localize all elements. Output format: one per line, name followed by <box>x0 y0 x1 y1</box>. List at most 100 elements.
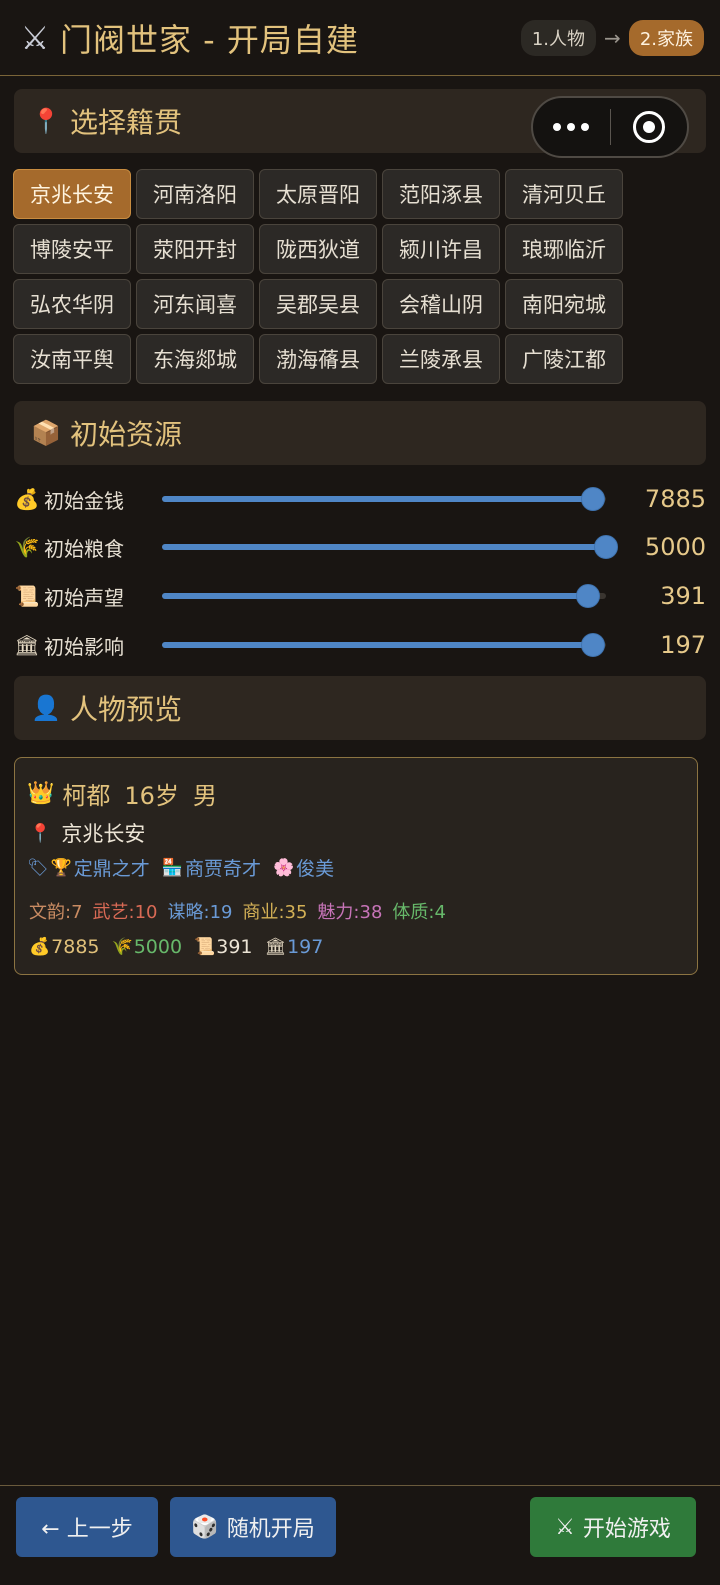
slider-money: 💰 初始金钱 7885 <box>14 479 706 519</box>
stat-item: 体质:4 <box>392 902 446 923</box>
origin-option[interactable]: 颍川许昌 <box>382 224 500 274</box>
preview-section-header: 👤 人物预览 <box>14 676 706 740</box>
step-character[interactable]: 1.人物 <box>520 20 597 56</box>
start-game-label: 开始游戏 <box>582 1517 671 1542</box>
slider-label: 初始声望 <box>44 585 124 610</box>
crossed-swords-icon: ⚔ <box>20 18 50 57</box>
slider-handle[interactable] <box>594 535 618 559</box>
trait-label: 定鼎之才 <box>73 858 150 880</box>
slider-handle[interactable] <box>576 584 601 608</box>
mini-program-capsule <box>531 96 689 158</box>
slider-fill <box>162 544 606 550</box>
crossed-swords-icon: ⚔ <box>555 1514 575 1540</box>
slider-handle[interactable] <box>580 633 605 657</box>
random-start-label: 随机开局 <box>226 1517 315 1542</box>
trait-label: 俊美 <box>296 858 335 880</box>
slider-track[interactable] <box>162 633 606 657</box>
dice-icon: 🎲 <box>191 1514 219 1540</box>
slider-value: 391 <box>660 582 706 610</box>
character-stats: 文韵:7 武艺:10 谋略:19 商业:35 魅力:38 体质:4 <box>29 898 456 924</box>
slider-value: 5000 <box>644 533 706 561</box>
slider-fill <box>162 496 593 502</box>
more-menu-icon[interactable] <box>533 123 610 131</box>
stat-item: 魅力:38 <box>317 902 383 923</box>
slider-influence: 🏛 初始影响 197 <box>14 625 706 665</box>
resource-item: 📜 391 <box>194 936 252 958</box>
character-gender: 男 <box>192 782 217 810</box>
pin-icon: 📍 <box>31 107 61 135</box>
origin-option[interactable]: 河南洛阳 <box>136 169 254 219</box>
slider-prestige: 📜 初始声望 391 <box>14 576 706 616</box>
page-title: 门阀世家 - 开局自建 <box>60 20 359 59</box>
resource-item: 🏛 197 <box>265 936 324 958</box>
start-game-button[interactable]: ⚔ 开始游戏 <box>530 1497 696 1557</box>
character-name: 柯都 <box>62 782 111 810</box>
slider-value: 7885 <box>644 485 706 513</box>
character-identity: 👑 柯都 16岁 男 <box>27 776 231 811</box>
slider-fill <box>162 593 589 599</box>
resources-section-title: 初始资源 <box>70 418 183 451</box>
slider-fill <box>162 642 593 648</box>
crown-icon: 👑 <box>27 781 55 806</box>
label-tag-icon: 🏷 <box>27 857 49 878</box>
stat-item: 商业:35 <box>242 902 308 923</box>
character-preview-card: 👑 柯都 16岁 男 📍 京兆长安 🏷 🏆 定鼎之才 🏪 商贾奇才 🌸 俊美 文… <box>14 757 698 975</box>
resource-item: 🌾 5000 <box>112 936 183 958</box>
origin-option[interactable]: 河东闻喜 <box>136 279 254 329</box>
slider-track[interactable] <box>162 584 606 608</box>
origin-option[interactable]: 琅琊临沂 <box>505 224 623 274</box>
step-family[interactable]: 2.家族 <box>628 20 704 56</box>
origin-option[interactable]: 太原晋阳 <box>259 169 377 219</box>
slider-grain: 🌾 初始粮食 5000 <box>14 527 706 567</box>
origin-option[interactable]: 陇西狄道 <box>259 224 377 274</box>
package-icon: 📦 <box>31 419 61 447</box>
pin-icon: 📍 <box>29 822 52 844</box>
trophy-icon: 🏆 <box>50 857 72 878</box>
origin-option[interactable]: 渤海蓨县 <box>259 334 377 384</box>
origin-option[interactable]: 兰陵承县 <box>382 334 500 384</box>
random-start-button[interactable]: 🎲 随机开局 <box>170 1497 336 1557</box>
step-arrow: → <box>604 26 621 50</box>
stat-item: 文韵:7 <box>29 902 83 923</box>
origin-option[interactable]: 南阳宛城 <box>505 279 623 329</box>
origin-option[interactable]: 荥阳开封 <box>136 224 254 274</box>
temple-icon: 🏛 <box>14 633 40 657</box>
wheat-icon: 🌾 <box>14 535 40 559</box>
trait-item: 🏆 定鼎之才 <box>51 854 150 881</box>
close-miniprogram-icon[interactable] <box>611 111 688 143</box>
origin-option[interactable]: 广陵江都 <box>505 334 623 384</box>
bottom-action-bar: ← 上一步 🎲 随机开局 ⚔ 开始游戏 <box>0 1485 720 1585</box>
slider-label: 初始粮食 <box>44 536 124 561</box>
step-indicator: 1.人物 → 2.家族 <box>520 20 704 56</box>
resource-value: 391 <box>216 936 253 958</box>
character-resources: 💰 7885 🌾 5000 📜 391 🏛 197 <box>29 936 335 958</box>
back-button-label: ← 上一步 <box>41 1517 133 1542</box>
origin-section-title: 选择籍贯 <box>70 106 183 139</box>
slider-handle[interactable] <box>580 487 605 511</box>
stat-item: 武艺:10 <box>92 902 158 923</box>
origin-option[interactable]: 会稽山阴 <box>382 279 500 329</box>
back-button[interactable]: ← 上一步 <box>16 1497 158 1557</box>
origin-option[interactable]: 吴郡吴县 <box>259 279 377 329</box>
stat-item: 谋略:19 <box>167 902 233 923</box>
slider-value: 197 <box>660 631 706 659</box>
resource-item: 💰 7885 <box>29 936 100 958</box>
trait-item: 🌸 俊美 <box>273 854 334 881</box>
origin-option[interactable]: 汝南平舆 <box>13 334 131 384</box>
origin-option[interactable]: 京兆长安 <box>13 169 131 219</box>
origin-option[interactable]: 东海郯城 <box>136 334 254 384</box>
character-age: 16岁 <box>124 782 179 810</box>
money-bag-icon: 💰 <box>29 937 51 957</box>
origin-option[interactable]: 清河贝丘 <box>505 169 623 219</box>
slider-track[interactable] <box>162 487 606 511</box>
resource-value: 5000 <box>133 936 183 958</box>
origin-option[interactable]: 范阳涿县 <box>382 169 500 219</box>
money-bag-icon: 💰 <box>14 487 40 511</box>
origin-option[interactable]: 博陵安平 <box>13 224 131 274</box>
calendar-shop-icon: 🏪 <box>161 857 183 878</box>
character-origin-text: 京兆长安 <box>61 822 146 846</box>
blossom-icon: 🌸 <box>272 857 295 878</box>
slider-track[interactable] <box>162 535 618 559</box>
origin-option[interactable]: 弘农华阴 <box>13 279 131 329</box>
scroll-icon: 📜 <box>14 584 40 608</box>
